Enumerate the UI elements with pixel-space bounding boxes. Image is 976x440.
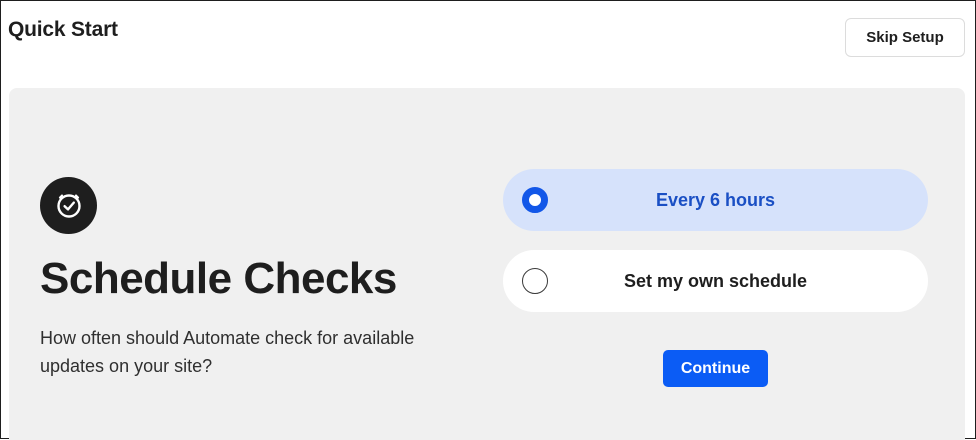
step-heading: Schedule Checks <box>40 254 397 303</box>
setup-step-panel: Schedule Checks How often should Automat… <box>9 88 965 440</box>
skip-setup-button[interactable]: Skip Setup <box>845 18 965 57</box>
page-title: Quick Start <box>8 18 118 41</box>
quick-start-window: Quick Start Skip Setup Schedule Checks H… <box>0 0 976 440</box>
option-label: Every 6 hours <box>655 189 776 210</box>
continue-button[interactable]: Continue <box>663 350 768 387</box>
option-set-own-schedule[interactable]: Set my own schedule <box>503 250 928 312</box>
radio-unselected-icon[interactable] <box>522 268 548 294</box>
step-description: How often should Automate check for avai… <box>40 328 415 376</box>
option-label: Set my own schedule <box>623 270 808 291</box>
radio-selected-icon[interactable] <box>522 187 548 213</box>
clock-icon <box>40 177 97 234</box>
option-every-6-hours[interactable]: Every 6 hours <box>503 169 928 231</box>
clock-glyph <box>56 193 81 218</box>
